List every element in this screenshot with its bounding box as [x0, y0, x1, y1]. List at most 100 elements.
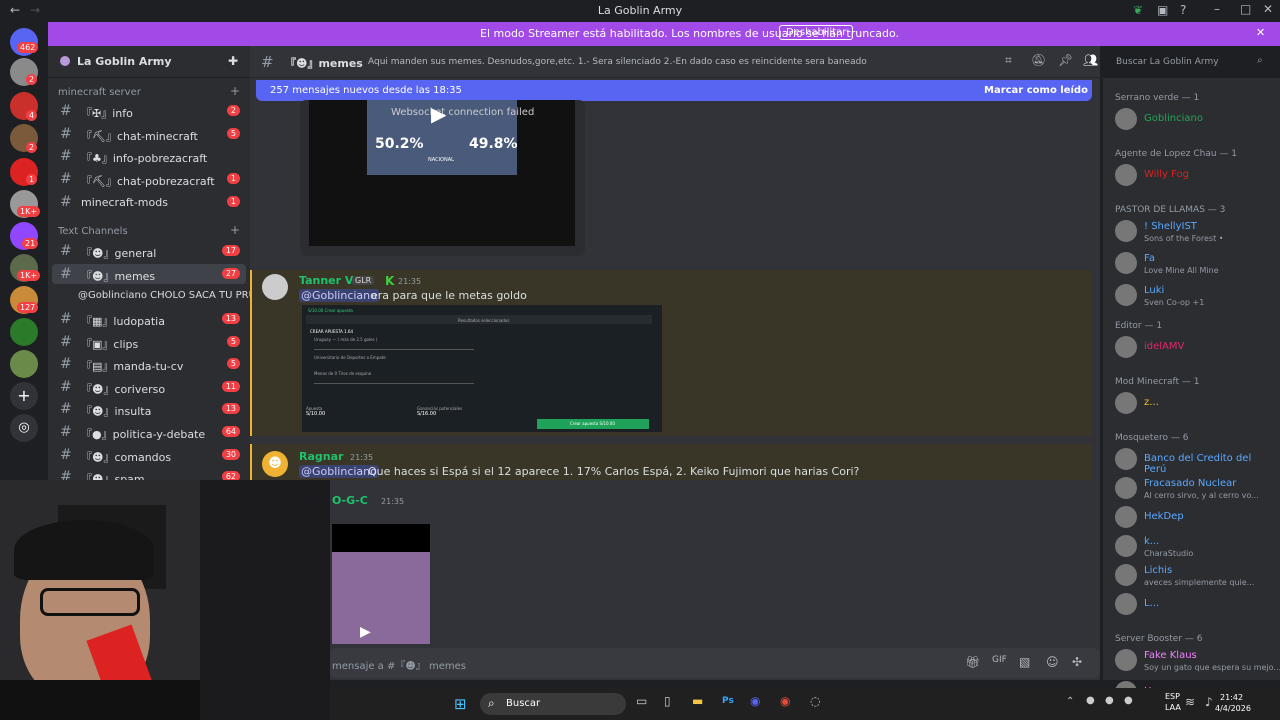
video-embed[interactable]: Websocket connection failed 50.2% 49.8% … [300, 100, 585, 256]
channel-item[interactable]: # 『☻』comandos 30 [52, 445, 246, 465]
tray-chevron-icon[interactable]: ⌃ [1066, 696, 1074, 707]
pin-icon[interactable]: 📌︎ [1058, 53, 1073, 67]
clock-date[interactable]: 4/4/2026 [1215, 704, 1251, 713]
language-layout[interactable]: LAA [1165, 703, 1181, 712]
member-item[interactable]: L... [1115, 593, 1275, 621]
member-item[interactable]: Willy Fog [1115, 164, 1275, 192]
avatar[interactable]: ☻ [262, 451, 288, 477]
bet-screenshot[interactable]: S/10.00 Crear apuesta Resultados selecci… [302, 305, 662, 432]
window-title: La Goblin Army [597, 4, 683, 17]
avatar[interactable] [262, 274, 288, 300]
server-header[interactable]: La Goblin Army ⌄ ✚ [48, 46, 250, 78]
channel-item[interactable]: # 『✠』info 2 [52, 101, 246, 121]
member-item[interactable]: Goblinciano [1115, 108, 1275, 136]
server-icon[interactable] [10, 318, 38, 346]
channel-item[interactable]: # 『⛏』chat-pobrezacraft 1 [52, 169, 246, 189]
server-icon[interactable] [10, 350, 38, 378]
channel-item[interactable]: # 『▤』manda-tu-cv 5 [52, 354, 246, 374]
banner-close-icon[interactable]: ✕ [1256, 26, 1265, 39]
member-item[interactable]: Lichis aveces simplemente quie... [1115, 564, 1275, 592]
member-name: Luki [1144, 285, 1165, 296]
taskbar: ⊞ ⌕ Buscar ▭ ▯ ▬ Ps ◉ ◉ ◌ ⌃ ● ● ● ESP LA… [330, 688, 1280, 720]
inbox-icon[interactable]: ▣ [1157, 3, 1168, 17]
add-member-icon[interactable]: ✚ [228, 54, 238, 68]
message-author[interactable]: O-G-C [332, 494, 368, 507]
message-author[interactable]: Ragnar [299, 450, 343, 463]
volume-icon[interactable]: ♪ [1205, 695, 1213, 709]
member-list-icon[interactable]: 👥︎ [1083, 53, 1098, 67]
task-view-icon[interactable]: ▭ [636, 694, 647, 708]
channel-topic[interactable]: Aqui manden sus memes. Desnudos,gore,etc… [368, 57, 867, 67]
member-item[interactable]: ! ShellyIST Sons of the Forest • [1115, 220, 1275, 248]
maximize-icon[interactable]: □ [1240, 2, 1251, 16]
member-group-title: Serrano verde — 1 [1115, 93, 1200, 103]
message-composer[interactable]: mensaje a #『☻』 memes 🎁︎ GIF ▧ ☺ ✣ [330, 648, 1100, 678]
member-item[interactable]: idelAMV [1115, 336, 1275, 364]
channel-item-active[interactable]: # 『☻』memes 27 [52, 264, 246, 284]
leaf-icon[interactable]: ❦ [1133, 3, 1143, 17]
channel-item[interactable]: # 『☻』general 17 [52, 241, 246, 261]
apps-icon[interactable]: ✣ [1072, 655, 1082, 669]
help-icon[interactable]: ? [1180, 3, 1186, 17]
category-label[interactable]: minecraft server [58, 87, 141, 98]
video-embed[interactable]: ▶ [332, 524, 430, 644]
member-item[interactable]: Banco del Credito del Perú [1115, 448, 1275, 476]
member-item[interactable]: Luki Sven Co-op +1 [1115, 284, 1275, 312]
channel-item[interactable]: # 『☻』insulta 13 [52, 399, 246, 419]
disable-button[interactable]: Deshabilitar [779, 25, 854, 40]
member-name: HekDep [1144, 511, 1184, 522]
user-mention[interactable]: @Goblinciano [299, 465, 379, 478]
channel-item[interactable]: # 『●』politica-y-debate 64 [52, 422, 246, 442]
hash-icon: # [60, 243, 72, 259]
gif-icon[interactable]: GIF [992, 655, 1007, 665]
minimize-icon[interactable]: – [1214, 2, 1220, 16]
sticker-icon[interactable]: ▧ [1019, 655, 1030, 669]
member-item[interactable]: Fracasado Nuclear Al cerro sirvo, y al ce… [1115, 477, 1275, 505]
search-input[interactable]: Buscar La Goblin Army ⌕ [1110, 53, 1274, 72]
add-channel-icon[interactable]: + [230, 223, 240, 237]
unread-badge: 1 [226, 173, 240, 184]
wifi-icon[interactable]: ≋ [1185, 695, 1195, 709]
app-icon[interactable]: ▯ [664, 694, 671, 708]
tray-icon[interactable]: ● [1086, 695, 1095, 706]
emoji-icon[interactable]: ☺ [1046, 655, 1059, 669]
thread-item[interactable]: @Goblinciano CHOLO SACA TU PRUE... [78, 290, 272, 301]
file-explorer-icon[interactable]: ▬ [692, 694, 703, 708]
category-label[interactable]: Text Channels [58, 226, 128, 237]
add-channel-icon[interactable]: + [230, 84, 240, 98]
member-item[interactable]: k... CharaStudio [1115, 535, 1275, 563]
add-server-icon[interactable]: + [10, 382, 38, 410]
hash-icon: # [60, 126, 72, 142]
channel-item[interactable]: # 『☻』coriverso 11 [52, 377, 246, 397]
user-mention[interactable]: @Goblinciano [299, 289, 379, 302]
mark-read-button[interactable]: Marcar como leído [984, 85, 1088, 96]
channel-item[interactable]: # 『▣』clips 5 [52, 332, 246, 352]
windows-start-icon[interactable]: ⊞ [454, 695, 467, 713]
server-badge: 127 [17, 302, 39, 313]
play-icon[interactable]: ▶ [431, 102, 446, 126]
channel-item[interactable]: # 『⛏』chat-minecraft 5 [52, 124, 246, 144]
photoshop-icon[interactable]: Ps [722, 696, 734, 706]
new-messages-bar[interactable]: 257 mensajes nuevos desde las 18:35 Marc… [256, 80, 1092, 101]
gift-icon[interactable]: 🎁︎ [965, 655, 980, 669]
member-item[interactable]: Fa Love Mine All Mine [1115, 252, 1275, 280]
explore-icon[interactable]: ◎ [10, 414, 38, 442]
channel-item[interactable]: # 『♣』info-pobrezacraft [52, 146, 246, 166]
chrome-icon[interactable]: ◉ [780, 694, 790, 708]
threads-icon[interactable]: ⌗ [1005, 53, 1012, 68]
language-code[interactable]: ESP [1165, 692, 1180, 701]
member-item[interactable]: HekDep [1115, 506, 1275, 534]
channel-item[interactable]: # minecraft-mods 1 [52, 192, 246, 212]
member-item[interactable]: Fake Klaus Soy un gato que espera su mejo… [1115, 649, 1280, 677]
taskbar-search[interactable]: ⌕ Buscar [480, 693, 626, 715]
discord-taskbar-icon[interactable]: ◉ [750, 694, 760, 708]
tray-icon[interactable]: ● [1124, 695, 1133, 706]
play-icon[interactable]: ▶ [360, 624, 371, 640]
clock-time[interactable]: 21:42 [1220, 693, 1243, 702]
channel-item[interactable]: # 『▦』ludopatia 13 [52, 309, 246, 329]
member-item[interactable]: z... [1115, 392, 1275, 420]
close-icon[interactable]: ✕ [1263, 2, 1273, 16]
tray-icon[interactable]: ● [1105, 695, 1114, 706]
app-icon[interactable]: ◌ [810, 694, 820, 708]
mute-bell-icon[interactable]: 🔕︎ [1031, 53, 1046, 67]
